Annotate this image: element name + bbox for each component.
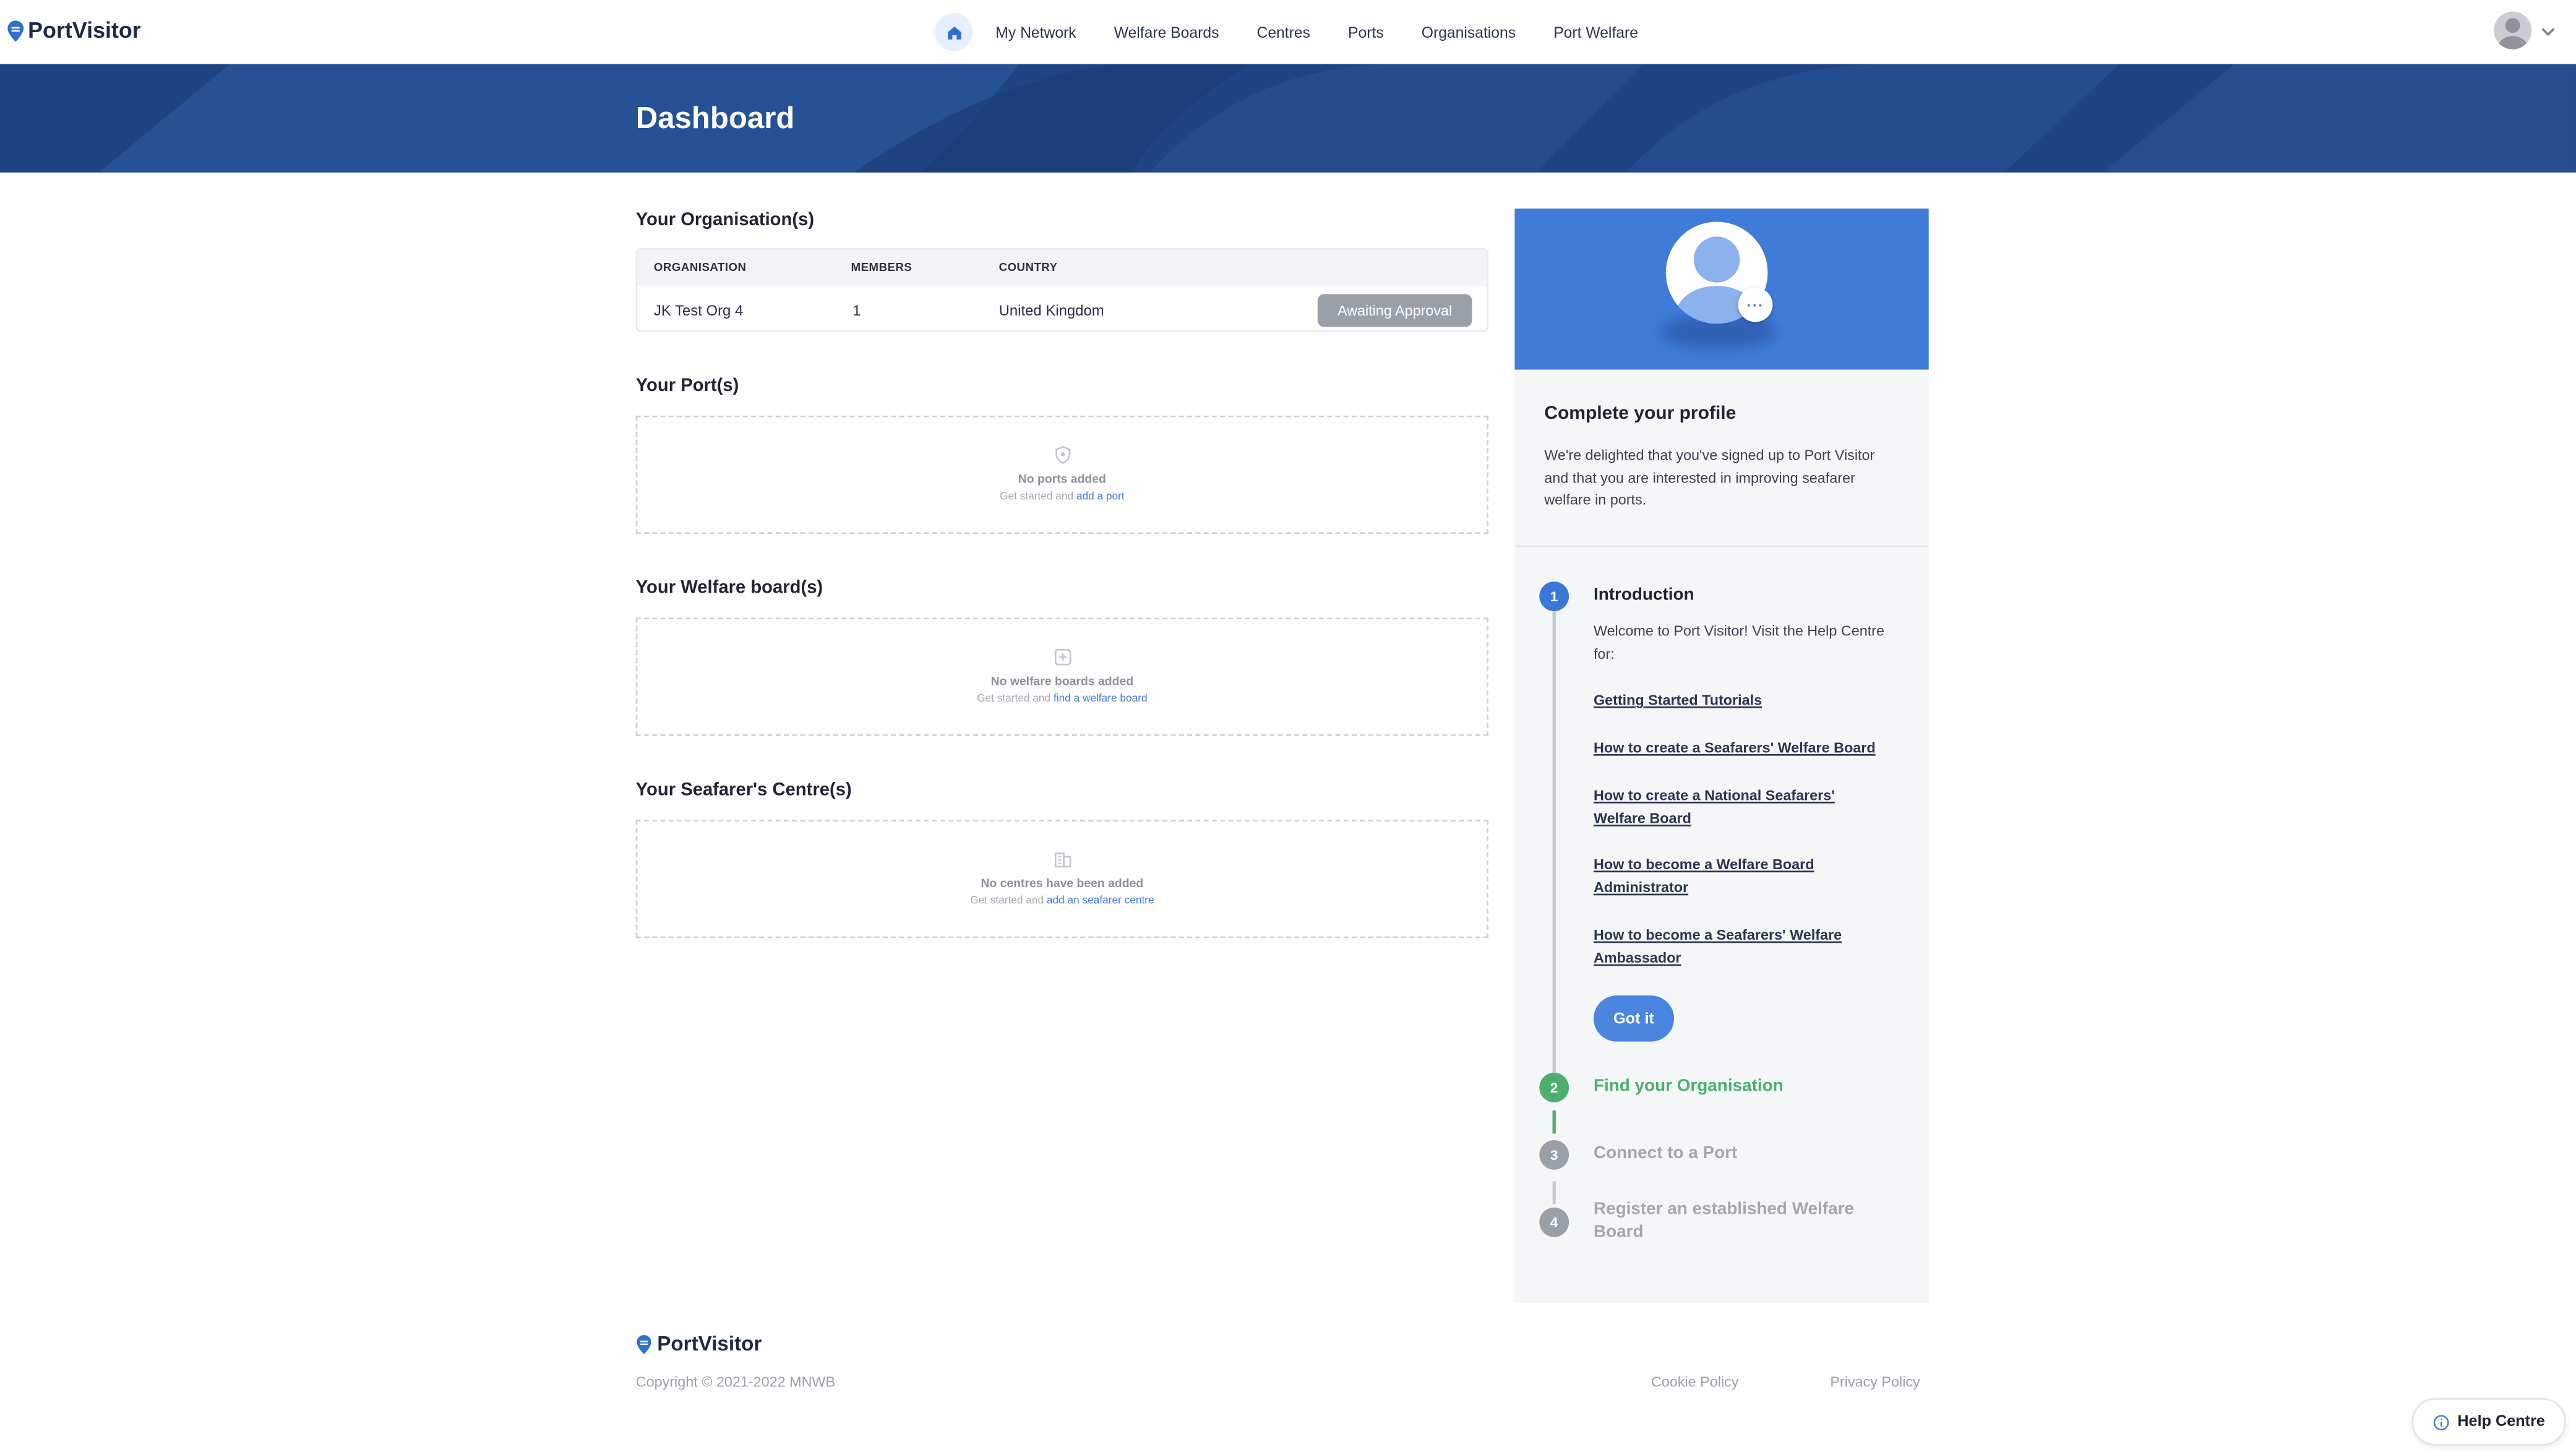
profile-banner: ··· [1514, 208, 1929, 370]
organisation-members: 1 [852, 302, 861, 319]
organisations-title: Your Organisation(s) [635, 210, 815, 230]
help-centre-button[interactable]: Help Centre [2411, 1397, 2567, 1446]
page-root: PortVisitor My Network Welfare Boards Ce… [0, 0, 2576, 1449]
info-icon [2433, 1414, 2449, 1430]
privacy-policy-link[interactable]: Privacy Policy [1830, 1373, 1920, 1390]
copyright: Copyright © 2021-2022 MNWB [635, 1373, 836, 1390]
step-1-text: Welcome to Port Visitor! Visit the Help … [1593, 622, 1884, 661]
shield-icon [1055, 445, 1071, 464]
app-name: PortVisitor [28, 18, 141, 43]
add-square-icon [1054, 648, 1071, 666]
empty-title: No ports added [1018, 471, 1106, 487]
empty-prefix: Get started and [1000, 491, 1074, 503]
step-4-number: 4 [1539, 1207, 1569, 1237]
welfare-boards-empty-state: No welfare boards added Get started and … [635, 617, 1488, 736]
step-1-title[interactable]: Introduction [1594, 585, 1694, 604]
ports-title: Your Port(s) [635, 376, 739, 397]
column-header-country: COUNTRY [998, 262, 1058, 275]
footer-app-name: PortVisitor [657, 1332, 762, 1355]
step-2-title[interactable]: Find your Organisation [1594, 1076, 1784, 1096]
nav-my-network[interactable]: My Network [995, 24, 1076, 41]
step-3-title[interactable]: Connect to a Port [1594, 1143, 1737, 1163]
column-header-members: MEMBERS [851, 262, 912, 275]
empty-subtitle: Get started and add an seafarer centre [637, 895, 1487, 907]
nav-ports[interactable]: Ports [1348, 24, 1384, 41]
chevron-down-icon[interactable] [2538, 22, 2558, 41]
nav-organisations[interactable]: Organisations [1422, 24, 1516, 41]
top-navbar: PortVisitor My Network Welfare Boards Ce… [0, 0, 2576, 66]
user-avatar-icon[interactable] [2494, 11, 2532, 49]
banner-pattern [98, 64, 2576, 173]
empty-subtitle: Get started and add a port [637, 491, 1487, 503]
ports-empty-state: No ports added Get started and add a por… [635, 415, 1488, 534]
step-3-number: 3 [1539, 1140, 1569, 1170]
welfare-boards-title: Your Welfare board(s) [635, 578, 823, 598]
empty-prefix: Get started and [970, 895, 1044, 907]
page-title: Dashboard [635, 100, 795, 135]
cookie-policy-link[interactable]: Cookie Policy [1651, 1373, 1739, 1390]
help-link-getting-started[interactable]: Getting Started Tutorials [1594, 690, 1906, 712]
step-connector [1552, 1110, 1556, 1134]
home-button[interactable] [935, 13, 973, 51]
page-header-banner: Dashboard [0, 64, 2576, 173]
help-link-create-welfare-board[interactable]: How to create a Seafarers' Welfare Board [1594, 737, 1906, 760]
empty-prefix: Get started and [977, 693, 1051, 705]
help-centre-label: Help Centre [2457, 1412, 2545, 1431]
help-link-become-administrator[interactable]: How to become a Welfare Board Administra… [1594, 854, 1873, 899]
empty-subtitle: Get started and find a welfare board [637, 693, 1487, 705]
step-2-number: 2 [1539, 1073, 1569, 1102]
empty-title: No centres have been added [981, 875, 1144, 891]
pin-logo-icon [7, 20, 24, 41]
table-header: ORGANISATION MEMBERS COUNTRY [637, 249, 1487, 286]
status-badge[interactable]: Awaiting Approval [1317, 294, 1472, 327]
divider [1514, 545, 1929, 547]
column-header-organisation: ORGANISATION [653, 262, 747, 275]
home-icon [947, 25, 961, 39]
empty-title: No welfare boards added [990, 673, 1134, 689]
help-link-become-ambassador[interactable]: How to become a Seafarers' Welfare Ambas… [1594, 925, 1873, 969]
footer-logo[interactable]: PortVisitor [636, 1333, 762, 1355]
add-port-link[interactable]: add a port [1076, 491, 1125, 503]
nav-centres[interactable]: Centres [1257, 24, 1310, 41]
find-welfare-board-link[interactable]: find a welfare board [1054, 693, 1148, 705]
nav-welfare-boards[interactable]: Welfare Boards [1114, 24, 1219, 41]
organisations-table: ORGANISATION MEMBERS COUNTRY JK Test Org… [635, 247, 1488, 332]
organisation-country: United Kingdom [998, 302, 1104, 319]
main-nav: My Network Welfare Boards Centres Ports … [935, 13, 1676, 51]
step-connector [1552, 1181, 1556, 1204]
avatar-menu-button[interactable]: ··· [1738, 287, 1773, 322]
building-icon [1054, 852, 1071, 868]
profile-intro: We're delighted that you've signed up to… [1544, 447, 1875, 508]
app-logo[interactable]: PortVisitor [7, 18, 141, 43]
profile-title: Complete your profile [1544, 404, 1737, 424]
help-link-create-national-board[interactable]: How to create a National Seafarers' Welf… [1594, 785, 1873, 830]
nav-port-welfare[interactable]: Port Welfare [1553, 24, 1638, 41]
add-seafarer-centre-link[interactable]: add an seafarer centre [1047, 895, 1154, 907]
step-4-title[interactable]: Register an established Welfare Board [1594, 1200, 1889, 1244]
got-it-button[interactable]: Got it [1593, 995, 1675, 1042]
organisation-name[interactable]: JK Test Org 4 [654, 303, 743, 319]
step-connector [1552, 611, 1556, 1075]
complete-profile-panel: ··· Complete your profile We're delighte… [1514, 208, 1929, 1303]
centres-empty-state: No centres have been added Get started a… [635, 820, 1488, 938]
pin-logo-icon [637, 1334, 651, 1354]
centres-title: Your Seafarer's Centre(s) [635, 780, 852, 800]
step-1-number: 1 [1539, 582, 1569, 611]
